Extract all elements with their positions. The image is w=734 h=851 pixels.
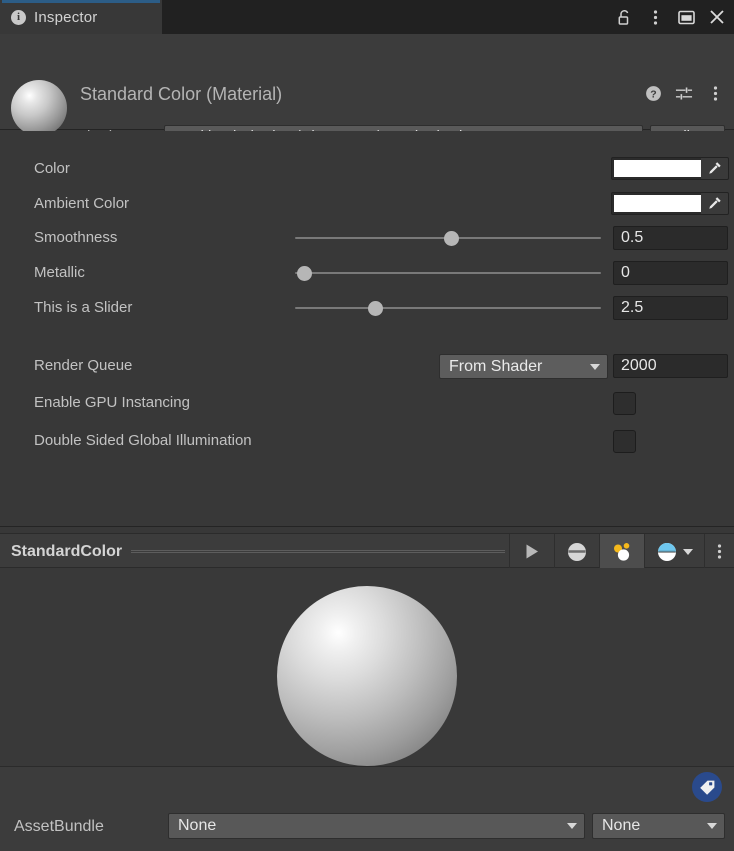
tab-active-accent	[2, 0, 160, 3]
property-label: This is a Slider	[34, 299, 133, 316]
render-queue-label: Render Queue	[34, 357, 133, 374]
assetbundle-label: AssetBundle	[14, 817, 104, 835]
property-row-gpu-instancing: Enable GPU Instancing	[0, 388, 734, 417]
property-row-double-sided-gi: Double Sided Global Illumination	[0, 426, 734, 455]
checkbox-gpu-instancing[interactable]	[613, 392, 636, 415]
material-header-icons: ?	[644, 84, 724, 102]
material-header: Standard Color (Material) ? Shader Cookb…	[0, 34, 734, 148]
kebab-menu-icon[interactable]	[706, 84, 724, 102]
gpu-instancing-label: Enable GPU Instancing	[34, 394, 190, 411]
info-icon: i	[11, 9, 26, 25]
page-title: Standard Color (Material)	[80, 84, 282, 105]
property-label: Ambient Color	[34, 195, 130, 212]
render-queue-mode: From Shader	[449, 357, 543, 375]
asset-label-icon[interactable]	[692, 772, 722, 802]
slider-handle[interactable]	[367, 301, 383, 316]
material-properties-panel: Color Ambient Color Smoothness 0.5 Metal…	[0, 131, 734, 527]
close-icon[interactable]	[708, 8, 726, 26]
property-label: Color	[34, 160, 70, 177]
color-field-ambient-color[interactable]	[611, 192, 729, 215]
property-row-color: Color	[0, 154, 734, 183]
preview-sphere	[277, 586, 457, 766]
environment-sphere-icon[interactable]	[644, 534, 704, 569]
kebab-menu-icon[interactable]	[704, 534, 734, 569]
lighting-icon[interactable]	[599, 534, 644, 569]
checkbox-double-sided-gi[interactable]	[613, 430, 636, 453]
chevron-down-icon	[683, 548, 693, 555]
value-field-metallic[interactable]: 0	[613, 261, 728, 285]
property-row-ambient-color: Ambient Color	[0, 189, 734, 218]
preview-viewport[interactable]	[0, 568, 734, 766]
window-tab-bar: i Inspector	[0, 0, 734, 34]
slider-handle[interactable]	[444, 231, 460, 246]
value-field-smoothness[interactable]: 0.5	[613, 226, 728, 250]
value-field-this-is-a-slider[interactable]: 2.5	[613, 296, 728, 320]
slider-this-is-a-slider[interactable]	[295, 293, 601, 322]
value-field-render-queue[interactable]: 2000	[613, 354, 728, 378]
slider-smoothness[interactable]	[295, 223, 601, 252]
property-label: Smoothness	[34, 229, 118, 246]
preview-divider	[131, 550, 505, 553]
preview-toolbar	[509, 534, 734, 569]
slider-track	[295, 307, 601, 309]
chevron-down-icon	[567, 823, 577, 829]
chevron-down-icon	[707, 823, 717, 829]
eyedropper-icon[interactable]	[701, 193, 728, 214]
preset-icon[interactable]	[675, 84, 693, 102]
lock-icon[interactable]	[615, 8, 633, 26]
chevron-down-icon	[590, 363, 600, 370]
help-icon[interactable]: ?	[644, 84, 662, 102]
slider-track	[295, 272, 601, 274]
maximize-icon[interactable]	[677, 8, 695, 26]
eyedropper-icon[interactable]	[701, 158, 728, 179]
assetbundle-name-value: None	[178, 817, 217, 834]
property-row-this-is-a-slider: This is a Slider 2.5	[0, 293, 734, 322]
color-swatch[interactable]	[614, 160, 701, 177]
sphere-mesh-icon[interactable]	[554, 534, 599, 569]
preview-header-bar: StandardColor	[0, 533, 734, 569]
color-swatch[interactable]	[614, 195, 701, 212]
assetbundle-name-dropdown[interactable]: None	[168, 813, 585, 839]
tab-inspector-label: Inspector	[34, 8, 98, 26]
property-row-metallic: Metallic 0	[0, 258, 734, 287]
assetbundle-variant-dropdown[interactable]: None	[592, 813, 725, 839]
slider-metallic[interactable]	[295, 258, 601, 287]
assetbundle-variant-value: None	[602, 817, 641, 834]
kebab-menu-icon[interactable]	[646, 8, 664, 26]
slider-handle[interactable]	[297, 266, 313, 281]
material-name: Standard Color	[80, 84, 202, 104]
property-row-smoothness: Smoothness 0.5	[0, 223, 734, 252]
tab-inspector[interactable]: i Inspector	[0, 0, 162, 34]
window-controls	[615, 0, 726, 34]
render-queue-dropdown[interactable]: From Shader	[439, 354, 608, 379]
double-sided-gi-label: Double Sided Global Illumination	[34, 432, 252, 449]
color-field-color[interactable]	[611, 157, 729, 180]
property-row-render-queue: Render Queue From Shader 2000	[0, 351, 734, 380]
preview-title: StandardColor	[11, 542, 123, 560]
svg-text:?: ?	[650, 88, 656, 100]
material-type-suffix: (Material)	[206, 84, 283, 104]
play-icon[interactable]	[509, 534, 554, 569]
property-label: Metallic	[34, 264, 85, 281]
